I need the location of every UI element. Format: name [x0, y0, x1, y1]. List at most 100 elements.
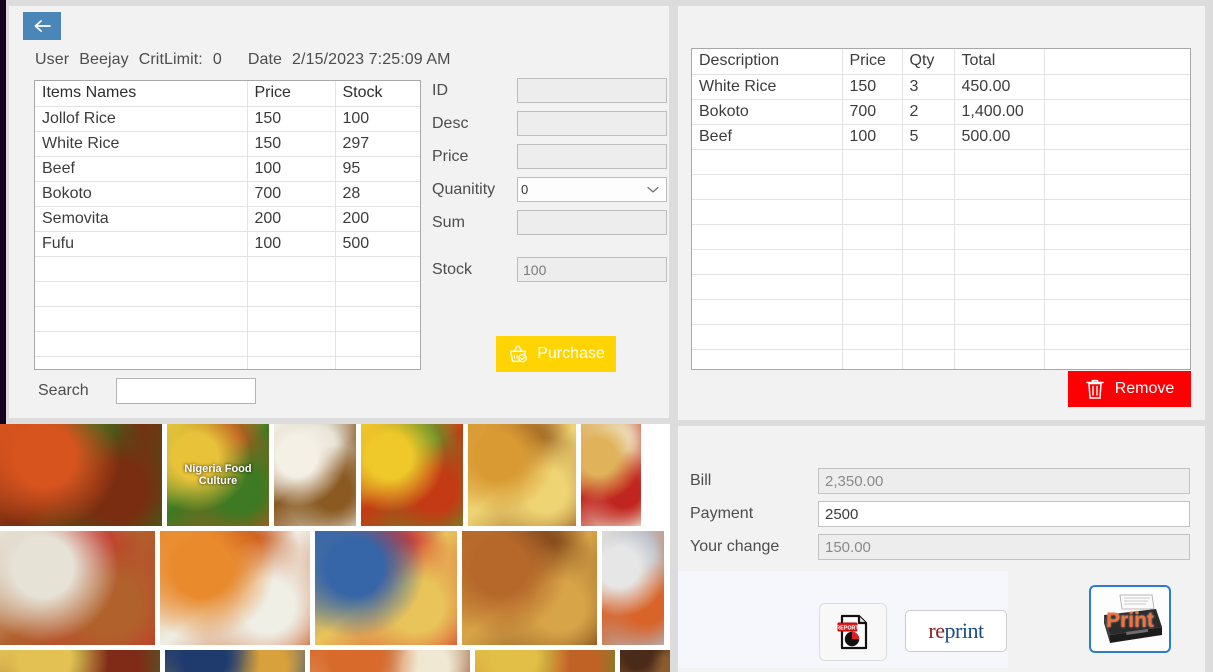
soup-bowl-photo[interactable]: [602, 531, 664, 645]
date-label: Date: [248, 51, 282, 68]
dark-plate-photo[interactable]: [620, 650, 670, 672]
fried-fish-rice-photo[interactable]: [0, 531, 155, 645]
photo-thumbnail: [315, 531, 457, 645]
table-row-empty[interactable]: [35, 306, 420, 331]
table-row-empty[interactable]: [692, 224, 1190, 249]
cart-col-extra[interactable]: [1044, 49, 1190, 74]
table-row-empty[interactable]: [35, 281, 420, 306]
cart-cell-empty: [842, 199, 902, 224]
cart-cell-empty: [954, 324, 1044, 349]
reprint-button[interactable]: reprint: [905, 610, 1007, 652]
food-image-gallery[interactable]: Nigeria Food Culture: [0, 424, 670, 672]
table-row-empty[interactable]: [35, 256, 420, 281]
table-row-empty[interactable]: [692, 324, 1190, 349]
table-row[interactable]: Beef10095: [35, 156, 420, 181]
grilled-meat-photo[interactable]: [310, 650, 470, 672]
table-row-empty[interactable]: [692, 274, 1190, 299]
search-input[interactable]: [116, 378, 256, 404]
table-row-empty[interactable]: [692, 174, 1190, 199]
cart-col-qty[interactable]: Qty: [902, 49, 954, 74]
photo-thumbnail: [361, 424, 463, 526]
table-row-empty[interactable]: [35, 356, 420, 370]
cart-cell-empty: [902, 249, 954, 274]
cart-col-description[interactable]: Description: [692, 49, 842, 74]
desc-field[interactable]: [517, 111, 667, 136]
cart-cell-empty: [842, 249, 902, 274]
table-row[interactable]: White Rice1503450.00: [692, 74, 1190, 99]
table-row[interactable]: Beef1005500.00: [692, 124, 1190, 149]
price-row: Price: [432, 144, 667, 169]
table-row[interactable]: Bokoto70021,400.00: [692, 99, 1190, 124]
items-col-name[interactable]: Items Names: [35, 81, 247, 106]
table-row[interactable]: White Rice150297: [35, 131, 420, 156]
jollof-stew-photo[interactable]: [0, 424, 162, 526]
quantity-select[interactable]: 012345678910: [517, 177, 667, 202]
photo-thumbnail: [468, 424, 576, 526]
pounded-yam-soup-photo[interactable]: [274, 424, 356, 526]
items-cell: Semovita: [35, 206, 247, 231]
blue-bowl-soup-photo[interactable]: [165, 650, 305, 672]
cart-cell-empty: [842, 149, 902, 174]
table-row-empty[interactable]: [692, 199, 1190, 224]
print-button[interactable]: Print: [1089, 585, 1171, 653]
items-grid[interactable]: Items Names Price Stock Jollof Rice15010…: [34, 80, 421, 370]
cart-cell-empty: [692, 249, 842, 274]
cart-cell-empty: [1044, 299, 1190, 324]
cart-cell-empty: [954, 249, 1044, 274]
items-cell: 297: [335, 131, 420, 156]
back-button[interactable]: [23, 12, 61, 40]
table-row[interactable]: Jollof Rice150100: [35, 106, 420, 131]
rice-plate-photo[interactable]: [0, 650, 160, 672]
fish-pepper-sauce-photo[interactable]: [160, 531, 310, 645]
cart-grid[interactable]: Description Price Qty Total White Rice15…: [691, 48, 1191, 370]
table-row[interactable]: Semovita200200: [35, 206, 420, 231]
cart-cell-empty: [1044, 249, 1190, 274]
table-row[interactable]: Fufu100500: [35, 231, 420, 256]
cart-cell: Bokoto: [692, 99, 842, 124]
report-button[interactable]: REPORT: [819, 603, 887, 661]
quantity-label: Quanitity: [432, 181, 517, 199]
meat-pie-photo[interactable]: [581, 424, 641, 526]
table-row-empty[interactable]: [692, 299, 1190, 324]
purchase-button[interactable]: Purchase: [496, 336, 616, 372]
payment-field[interactable]: [818, 501, 1190, 527]
change-field[interactable]: [818, 534, 1190, 560]
cart-cell: White Rice: [692, 74, 842, 99]
fried-chicken-rice-photo[interactable]: [468, 424, 576, 526]
critlimit-value: 0: [213, 51, 222, 68]
back-arrow-icon: [33, 19, 51, 33]
items-col-stock[interactable]: Stock: [335, 81, 420, 106]
snacks-collage-photo[interactable]: [462, 531, 597, 645]
cart-cell-empty: [1044, 149, 1190, 174]
print-button-label: Print: [1096, 609, 1164, 633]
id-field[interactable]: [517, 78, 667, 103]
items-cell: Fufu: [35, 231, 247, 256]
cart-col-total[interactable]: Total: [954, 49, 1044, 74]
curry-rice-photo[interactable]: [475, 650, 615, 672]
items-cell-empty: [35, 356, 247, 370]
table-row[interactable]: Bokoto70028: [35, 181, 420, 206]
items-col-price[interactable]: Price: [247, 81, 335, 106]
table-row-empty[interactable]: [692, 249, 1190, 274]
table-row-empty[interactable]: [35, 331, 420, 356]
yellow-rice-chicken-photo[interactable]: [361, 424, 463, 526]
cart-col-price[interactable]: Price: [842, 49, 902, 74]
sum-field[interactable]: [517, 210, 667, 235]
remove-button[interactable]: Remove: [1068, 371, 1191, 407]
items-table-head: Items Names Price Stock: [35, 81, 420, 106]
cart-cell: Beef: [692, 124, 842, 149]
table-row-empty[interactable]: [692, 149, 1190, 174]
items-cell: White Rice: [35, 131, 247, 156]
user-label: User: [35, 51, 69, 68]
nigeria-food-culture-collage[interactable]: Nigeria Food Culture: [167, 424, 269, 526]
bill-field[interactable]: [818, 468, 1190, 494]
photo-thumbnail: [581, 424, 641, 526]
photo-thumbnail: [475, 650, 615, 672]
table-row-empty[interactable]: [692, 349, 1190, 370]
cart-cell-empty: [842, 349, 902, 370]
cart-cell: 3: [902, 74, 954, 99]
hotdog-plate-photo[interactable]: [315, 531, 457, 645]
stock-field[interactable]: [517, 257, 667, 282]
cart-table-head: Description Price Qty Total: [692, 49, 1190, 74]
price-field[interactable]: [517, 144, 667, 169]
